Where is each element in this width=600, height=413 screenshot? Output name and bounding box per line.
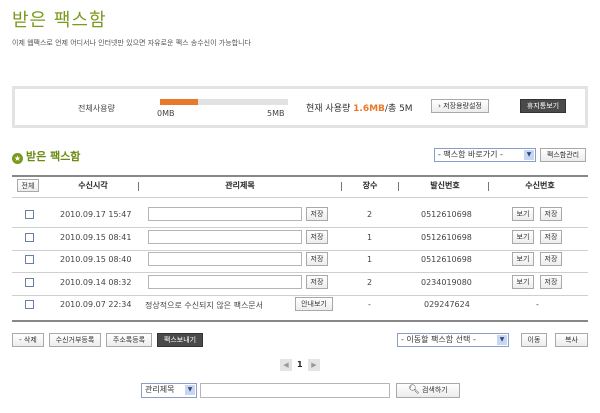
col-divider <box>138 182 139 191</box>
table-row-failed: 2010.09.07 22:34 정상적으로 수신되지 않은 팩스문서 안내보기… <box>0 297 600 313</box>
row-sender: 0234019080 <box>421 278 472 287</box>
star-icon: ★ <box>12 153 23 164</box>
usage-current-prefix: 현재 사용량 <box>306 104 351 114</box>
usage-label: 전체사용량 <box>78 104 115 113</box>
row-save-button[interactable]: 저장 <box>306 230 328 244</box>
row-divider <box>12 227 588 228</box>
prev-page-icon[interactable]: ◀ <box>280 359 292 371</box>
row-time: 2010.09.15 08:40 <box>60 255 132 264</box>
page-description: 이제 웹팩스로 언제 어디서나 인터넷만 있으면 자유로운 팩스 송수신이 가능… <box>12 39 251 47</box>
row-time: 2010.09.17 15:47 <box>60 210 132 219</box>
row-time: 2010.09.15 08:41 <box>60 233 132 242</box>
table-row: 2010.09.15 08:41 저장 1 0512610698 보기 저장 <box>0 230 600 246</box>
col-pages: 장수 <box>362 181 378 190</box>
delete-button[interactable]: - 삭제 <box>12 333 44 347</box>
col-title: 관리제목 <box>225 181 255 190</box>
trash-button[interactable]: 휴지통보기 <box>520 99 566 113</box>
col-divider <box>398 182 399 191</box>
row-view-button[interactable]: 보기 <box>512 252 534 266</box>
row-title-input[interactable] <box>148 207 302 221</box>
copy-button[interactable]: 복사 <box>555 333 588 347</box>
row-time: 2010.09.07 22:34 <box>60 300 132 309</box>
usage-current: 현재 사용량 1.6MB/총 5M <box>306 101 413 114</box>
table-top-rule <box>12 175 588 177</box>
next-page-icon[interactable]: ▶ <box>308 359 320 371</box>
row-failed-message: 정상적으로 수신되지 않은 팩스문서 <box>145 301 264 310</box>
row-save-button[interactable]: 저장 <box>306 275 328 289</box>
row-save-button[interactable]: 저장 <box>306 207 328 221</box>
usage-max-label: 5MB <box>267 109 285 118</box>
row-checkbox[interactable] <box>25 278 34 287</box>
search-icon: 🔍︎ <box>408 385 420 395</box>
row-time: 2010.09.14 08:32 <box>60 278 132 287</box>
section-title: ★ 받은 팩스함 <box>12 150 81 164</box>
row-pages: 2 <box>367 210 373 219</box>
address-register-button[interactable]: 주소록등록 <box>106 333 152 347</box>
row-view-button[interactable]: 보기 <box>512 230 534 244</box>
search-field-select[interactable]: 관리제목 ▼ <box>141 383 197 398</box>
fax-manage-button[interactable]: 팩스함관리 <box>540 148 586 162</box>
row-store-button[interactable]: 저장 <box>540 275 562 289</box>
storage-settings-button[interactable]: › 저장용량설정 <box>431 99 489 113</box>
row-divider <box>12 250 588 251</box>
row-sender: 029247624 <box>424 300 470 309</box>
row-view-button[interactable]: 보기 <box>512 207 534 221</box>
row-pages: 2 <box>367 278 373 287</box>
send-fax-button[interactable]: 팩스보내기 <box>157 333 203 347</box>
usage-total: /총 5M <box>384 104 413 114</box>
row-checkbox[interactable] <box>25 233 34 242</box>
usage-min-label: 0MB <box>157 109 175 118</box>
chevron-down-icon: ▼ <box>497 335 507 345</box>
row-checkbox[interactable] <box>25 210 34 219</box>
row-save-button[interactable]: 저장 <box>306 252 328 266</box>
row-store-button[interactable]: 저장 <box>540 230 562 244</box>
search-input[interactable] <box>200 383 390 398</box>
usage-current-value: 1.6MB <box>353 104 385 114</box>
row-title-input[interactable] <box>148 230 302 244</box>
row-sender: 0512610698 <box>421 233 472 242</box>
col-sender: 발신번호 <box>430 181 460 190</box>
move-button[interactable]: 이동 <box>521 333 547 347</box>
col-time: 수신시각 <box>78 181 108 190</box>
row-sender: 0512610698 <box>421 210 472 219</box>
select-all-button[interactable]: 전체 <box>17 179 39 192</box>
table-bottom-rule <box>12 320 588 322</box>
table-row: 2010.09.15 08:40 저장 1 0512610698 보기 저장 <box>0 252 600 268</box>
arrow-right-icon: › <box>438 102 441 110</box>
row-title-input[interactable] <box>148 275 302 289</box>
chevron-down-icon: ▼ <box>524 150 534 160</box>
row-pages: 1 <box>367 255 373 264</box>
row-divider <box>12 295 588 296</box>
row-pages: - <box>368 300 371 309</box>
search-button[interactable]: 🔍︎ 검색하기 <box>396 383 460 398</box>
row-sender: 0512610698 <box>421 255 472 264</box>
row-divider <box>12 272 588 273</box>
fax-shortcut-select[interactable]: - 팩스함 바로가기 - ▼ <box>434 148 536 162</box>
row-title-input[interactable] <box>148 252 302 266</box>
reject-register-button[interactable]: 수신거부등록 <box>49 333 101 347</box>
row-view-button[interactable]: 보기 <box>512 275 534 289</box>
current-page[interactable]: 1 <box>297 360 303 369</box>
row-store-button[interactable]: 저장 <box>540 252 562 266</box>
row-checkbox[interactable] <box>25 300 34 309</box>
row-store-button[interactable]: 저장 <box>540 207 562 221</box>
row-checkbox[interactable] <box>25 255 34 264</box>
move-target-select[interactable]: - 이동할 팩스함 선택 - ▼ <box>397 333 509 347</box>
col-receive: 수신번호 <box>525 181 555 190</box>
table-row: 2010.09.14 08:32 저장 2 0234019080 보기 저장 <box>0 275 600 291</box>
chevron-down-icon: ▼ <box>185 385 195 395</box>
table-row: 2010.09.17 15:47 저장 2 0512610698 보기 저장 <box>0 207 600 223</box>
col-divider <box>488 182 489 191</box>
usage-bar-fill <box>160 99 199 105</box>
usage-bar <box>160 99 288 105</box>
col-divider <box>341 182 342 191</box>
page-title: 받은 팩스함 <box>12 10 107 31</box>
row-guide-button[interactable]: 안내보기 <box>295 297 333 311</box>
row-receive: - <box>536 300 539 309</box>
row-pages: 1 <box>367 233 373 242</box>
table-header-rule <box>12 197 588 198</box>
